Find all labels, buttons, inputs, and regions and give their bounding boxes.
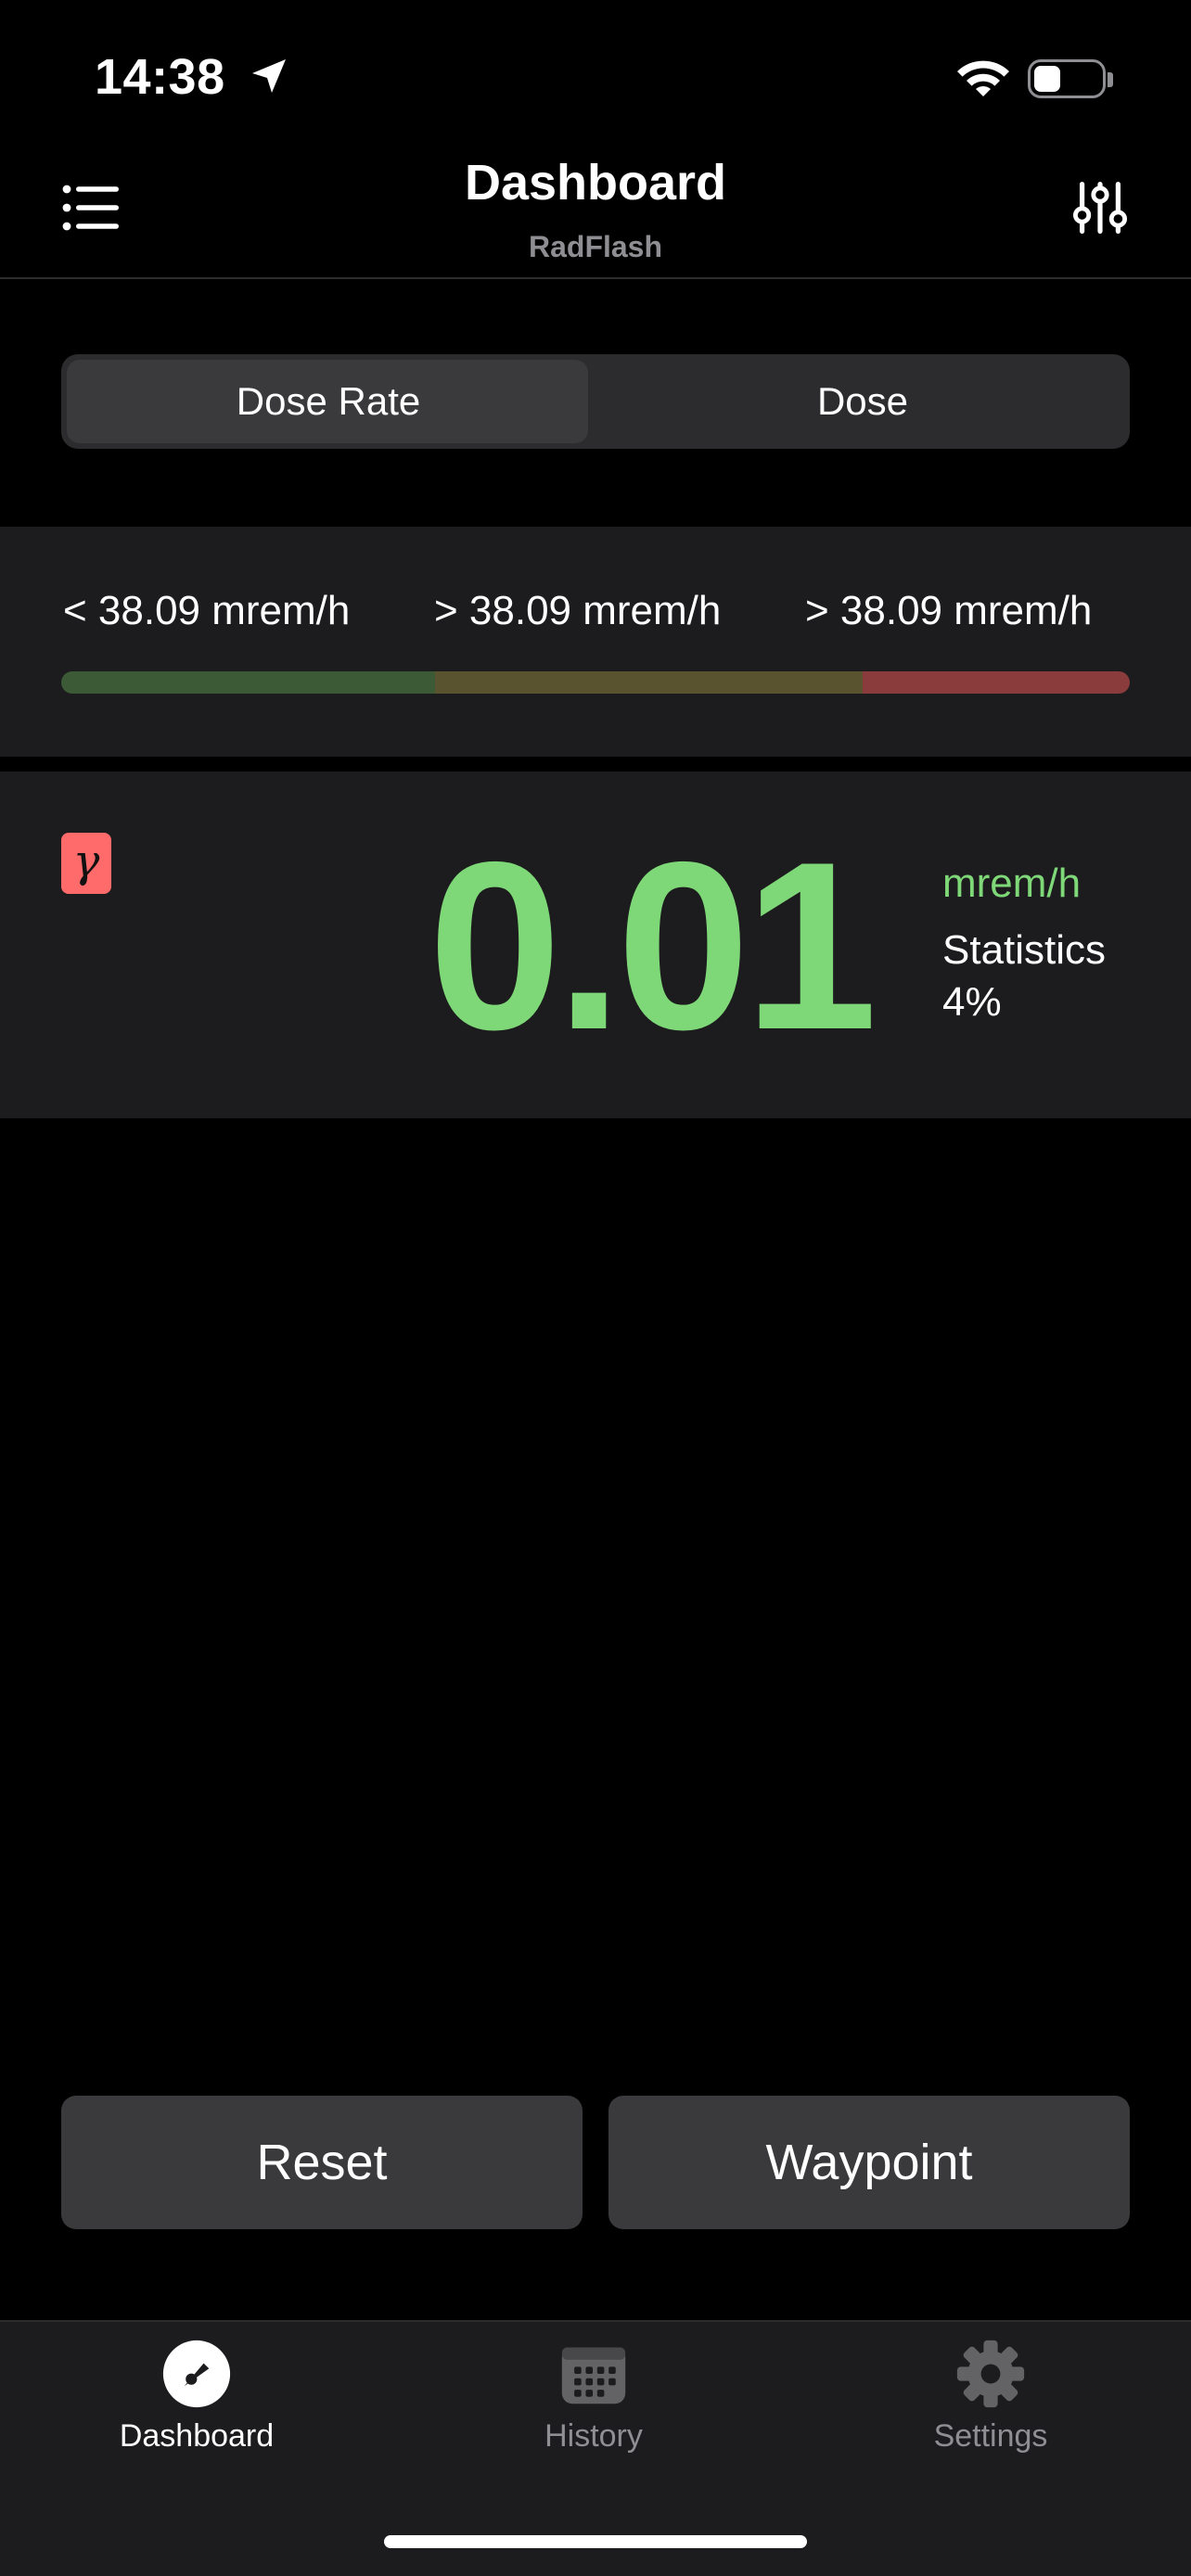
gauge-icon (162, 2340, 231, 2408)
tab-history[interactable]: History (455, 2339, 733, 2455)
threshold-high-label: > 38.09 mrem/h (805, 588, 1093, 633)
threshold-bar-mid (435, 671, 863, 694)
nav-divider (0, 277, 1191, 279)
status-time: 14:38 (95, 49, 225, 105)
device-name: RadFlash (528, 230, 663, 263)
tab-settings[interactable]: Settings (852, 2339, 1130, 2455)
battery-fill (1034, 66, 1061, 92)
wifi-icon (957, 60, 1009, 96)
gamma-badge: γ (61, 833, 111, 894)
location-arrow-icon (252, 59, 286, 93)
threshold-mid-label: > 38.09 mrem/h (434, 588, 722, 633)
threshold-bar-high (862, 671, 1130, 694)
tab-dashboard[interactable]: Dashboard (58, 2339, 336, 2455)
waypoint-button[interactable]: Waypoint (608, 2096, 1130, 2229)
threshold-panel: < 38.09 mrem/h > 38.09 mrem/h > 38.09 mr… (0, 527, 1191, 757)
mode-segmented-control: Dose Rate Dose (61, 354, 1130, 449)
tab-dashboard-label: Dashboard (119, 2418, 275, 2454)
reset-button[interactable]: Reset (61, 2096, 583, 2229)
gear-icon (956, 2340, 1025, 2408)
segment-dose-rate[interactable]: Dose Rate (61, 354, 596, 449)
tab-settings-label: Settings (933, 2418, 1048, 2454)
threshold-color-bar (61, 671, 1130, 694)
home-indicator (384, 2535, 807, 2548)
calendar-icon (561, 2347, 626, 2404)
threshold-low-label: < 38.09 mrem/h (63, 588, 351, 633)
statistics-value: 4% (942, 979, 1002, 1025)
statistics-label: Statistics (942, 927, 1107, 973)
battery-tip (1108, 72, 1113, 87)
threshold-bar-low (61, 671, 436, 694)
segment-dose[interactable]: Dose (596, 354, 1130, 449)
dose-rate-value: 0.01 (428, 811, 877, 1079)
page-title: Dashboard (464, 155, 727, 210)
sliders-icon[interactable] (1072, 180, 1128, 236)
battery-icon (1028, 59, 1106, 98)
dose-rate-unit: mrem/h (942, 861, 1082, 906)
tab-history-label: History (544, 2418, 643, 2454)
